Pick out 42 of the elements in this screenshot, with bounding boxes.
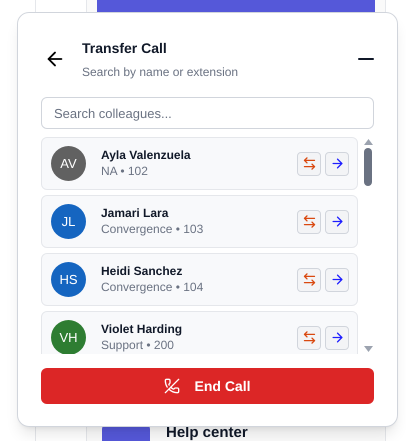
transfer-button[interactable] — [297, 152, 321, 176]
swap-arrows-icon — [302, 214, 316, 229]
scroll-thumb[interactable] — [364, 148, 372, 186]
arrow-right-icon — [330, 272, 344, 287]
forward-button[interactable] — [325, 210, 349, 234]
swap-arrows-icon — [302, 272, 316, 287]
end-call-button[interactable]: End Call — [41, 368, 374, 404]
scrollbar[interactable] — [362, 137, 374, 354]
colleague-name: Ayla Valenzuela — [101, 148, 192, 163]
transfer-button[interactable] — [297, 326, 321, 350]
avatar: AV — [51, 146, 86, 181]
avatar: VH — [51, 320, 86, 354]
avatar: HS — [51, 262, 86, 297]
colleague-row[interactable]: AV Ayla Valenzuela NA • 102 — [41, 137, 358, 190]
dialog-subtitle: Search by name or extension — [82, 64, 240, 80]
colleague-row[interactable]: VH Violet Harding Support • 200 — [41, 311, 358, 354]
scroll-down-icon[interactable] — [364, 346, 372, 352]
phone-off-icon — [164, 378, 180, 394]
colleague-detail: Support • 200 — [101, 338, 175, 353]
colleague-detail: Convergence • 104 — [101, 280, 204, 295]
forward-button[interactable] — [325, 326, 349, 350]
colleague-row[interactable]: HS Heidi Sanchez Convergence • 104 — [41, 253, 358, 306]
avatar: JL — [51, 204, 86, 239]
arrow-right-icon — [330, 214, 344, 229]
swap-arrows-icon — [302, 330, 316, 345]
dialog-title: Transfer Call — [82, 38, 168, 58]
transfer-button[interactable] — [297, 210, 321, 234]
colleague-row[interactable]: JL Jamari Lara Convergence • 103 — [41, 195, 358, 248]
arrow-right-icon — [330, 156, 344, 171]
transfer-button[interactable] — [297, 268, 321, 292]
forward-button[interactable] — [325, 268, 349, 292]
minus-icon — [358, 58, 374, 60]
colleague-name: Jamari Lara — [101, 206, 170, 221]
search-field[interactable]: Search colleagues... — [41, 97, 374, 129]
colleague-name: Violet Harding — [101, 322, 184, 337]
arrow-right-icon — [330, 330, 344, 345]
scroll-up-icon[interactable] — [364, 139, 372, 145]
colleague-detail: Convergence • 103 — [101, 222, 204, 237]
swap-arrows-icon — [302, 156, 316, 171]
colleague-detail: NA • 102 — [101, 164, 149, 179]
colleague-name: Heidi Sanchez — [101, 264, 184, 279]
forward-button[interactable] — [325, 152, 349, 176]
